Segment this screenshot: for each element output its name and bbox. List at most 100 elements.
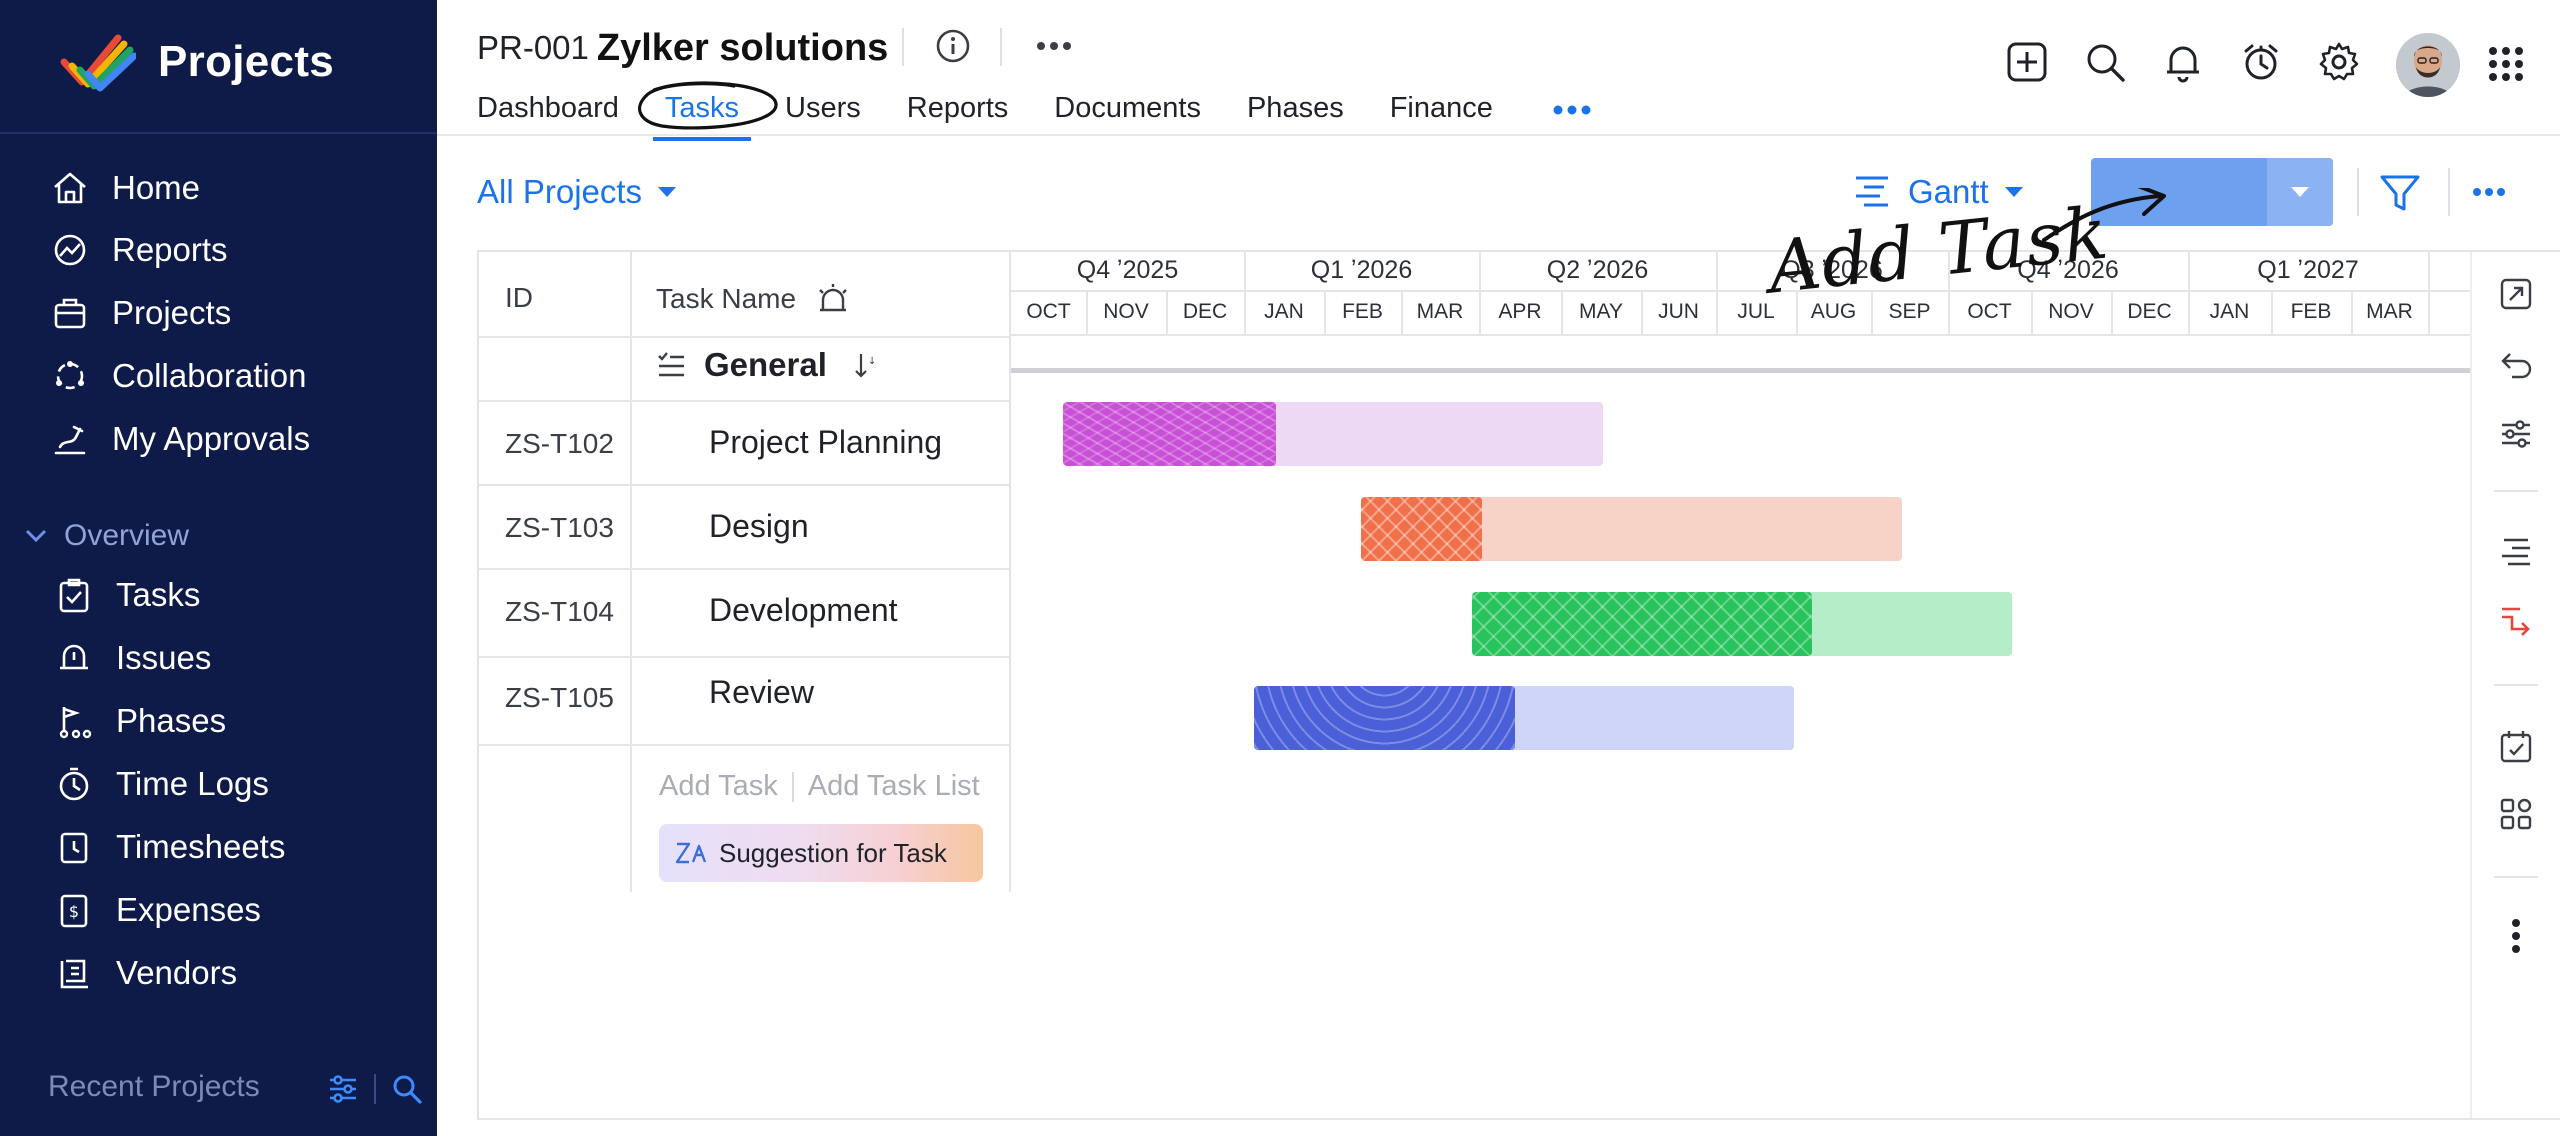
home-icon — [48, 166, 92, 210]
collaboration-icon — [48, 354, 92, 398]
sidebar-item-tasks[interactable]: Tasks — [52, 567, 200, 623]
vendors-icon — [52, 951, 96, 995]
month-label: DEC — [1182, 300, 1228, 323]
timer-icon[interactable] — [2239, 40, 2283, 84]
tab-documents[interactable]: Documents — [1054, 92, 1201, 125]
sidebar-item-label: Vendors — [116, 954, 238, 991]
add-icon[interactable] — [2005, 40, 2049, 84]
divider — [902, 28, 904, 66]
sidebar-item-time-logs[interactable]: Time Logs — [52, 756, 269, 812]
sidebar-item-label: Tasks — [116, 576, 201, 613]
task-id[interactable]: ZS-T102 — [505, 428, 614, 460]
tab-reports[interactable]: Reports — [907, 92, 1009, 125]
month-label: MAY — [1579, 300, 1623, 323]
filter-settings-icon[interactable] — [326, 1072, 360, 1106]
sidebar-item-my-approvals[interactable]: My Approvals — [48, 411, 310, 467]
task-name[interactable]: Development — [709, 592, 898, 629]
recent-projects-label: Recent Projects — [48, 1070, 260, 1103]
critical-path-icon[interactable] — [2494, 598, 2538, 642]
add-task-dropdown[interactable] — [2267, 158, 2333, 226]
row-divider — [479, 336, 1011, 338]
sort-icon[interactable]: ↓ — [853, 350, 879, 380]
tab-users[interactable]: Users — [785, 92, 861, 125]
suggestion-for-task-button[interactable]: Suggestion for Task — [659, 824, 983, 882]
sidebar-item-reports[interactable]: Reports — [48, 222, 228, 278]
issues-icon — [52, 636, 96, 680]
adjust-settings-icon[interactable] — [2494, 412, 2538, 456]
sidebar-item-label: Phases — [116, 702, 227, 739]
column-divider — [1009, 252, 1011, 892]
app-grid-icon[interactable] — [2488, 46, 2524, 82]
undo-icon[interactable] — [2494, 342, 2538, 386]
sidebar-item-label: Projects — [112, 294, 232, 331]
divider — [2357, 168, 2359, 216]
app-logo[interactable]: Projects — [60, 32, 334, 92]
notification-bell-icon[interactable] — [2161, 40, 2205, 84]
gantt-bar-development[interactable] — [1472, 592, 2012, 656]
sidebar-item-expenses[interactable]: $ Expenses — [52, 882, 261, 938]
add-task-list-link[interactable]: Add Task List — [808, 770, 980, 803]
overview-label: Overview — [64, 519, 190, 552]
caret-down-icon — [656, 185, 678, 199]
month-label: FEB — [1342, 300, 1383, 323]
task-id[interactable]: ZS-T104 — [505, 596, 614, 628]
project-filter-dropdown[interactable]: All Projects — [477, 170, 678, 214]
tab-dashboard[interactable]: Dashboard — [477, 92, 619, 125]
add-task-link[interactable]: Add Task — [659, 770, 778, 803]
search-icon[interactable] — [2083, 40, 2127, 84]
alarm-icon[interactable] — [816, 282, 850, 316]
projects-icon — [48, 291, 92, 335]
sidebar-item-issues[interactable]: Issues — [52, 630, 211, 686]
widgets-icon[interactable] — [2494, 792, 2538, 836]
expenses-icon: $ — [52, 888, 96, 932]
column-header-id[interactable]: ID — [505, 282, 533, 314]
more-tabs-icon[interactable] — [1552, 104, 1592, 116]
sidebar-item-timesheets[interactable]: Timesheets — [52, 819, 285, 875]
divider — [1000, 28, 1002, 66]
sidebar-item-label: Time Logs — [116, 765, 269, 802]
zia-ai-icon — [675, 840, 709, 866]
user-avatar[interactable] — [2396, 33, 2460, 97]
sidebar-item-projects[interactable]: Projects — [48, 285, 231, 341]
brand-name: Projects — [158, 37, 335, 86]
sidebar-item-label: Expenses — [116, 891, 261, 928]
filter-icon[interactable] — [2378, 173, 2422, 213]
more-options-icon[interactable] — [1036, 40, 1072, 52]
calendar-check-icon[interactable] — [2494, 724, 2538, 768]
task-id[interactable]: ZS-T105 — [505, 682, 614, 714]
quarter-label: Q4 ʼ2025 — [1076, 256, 1179, 284]
task-table: ID Task Name General ↓ ZS-T102 Project P… — [479, 252, 1011, 892]
gantt-bar-design[interactable] — [1361, 497, 1902, 561]
more-vertical-icon[interactable] — [2494, 914, 2538, 958]
task-id[interactable]: ZS-T103 — [505, 512, 614, 544]
column-header-task-name[interactable]: Task Name — [656, 282, 850, 316]
task-group-row[interactable]: General ↓ — [656, 342, 879, 388]
info-icon[interactable] — [935, 28, 971, 64]
settings-gear-icon[interactable] — [2317, 40, 2361, 84]
add-links: Add Task Add Task List — [659, 770, 980, 803]
task-name[interactable]: Design — [709, 508, 809, 545]
sidebar-item-label: Timesheets — [116, 828, 286, 865]
overview-section-toggle[interactable]: Overview — [22, 514, 189, 558]
header-actions — [2005, 40, 2395, 84]
sidebar-item-home[interactable]: Home — [48, 160, 200, 216]
gantt-bar-review[interactable] — [1254, 686, 1794, 750]
sidebar-item-vendors[interactable]: Vendors — [52, 945, 237, 1001]
align-bars-icon[interactable] — [2494, 530, 2538, 574]
sidebar-item-phases[interactable]: Phases — [52, 693, 226, 749]
quarter-label: Q1 ʼ2027 — [2257, 256, 2359, 284]
project-name[interactable]: Zylker solutions — [597, 27, 888, 70]
search-icon[interactable] — [390, 1072, 424, 1106]
expand-icon[interactable] — [2494, 272, 2538, 316]
tab-phases[interactable]: Phases — [1247, 92, 1344, 125]
row-divider — [479, 484, 1011, 486]
task-name[interactable]: Project Planning — [709, 424, 942, 461]
gantt-bar-project-planning[interactable] — [1063, 402, 1603, 466]
chevron-down-icon — [22, 522, 58, 550]
more-options-icon[interactable] — [2472, 186, 2506, 198]
task-name[interactable]: Review — [709, 674, 814, 711]
tab-finance[interactable]: Finance — [1390, 92, 1493, 125]
sidebar-item-collaboration[interactable]: Collaboration — [48, 348, 306, 404]
gantt-bar-progress — [1361, 497, 1482, 561]
divider — [374, 1074, 376, 1104]
